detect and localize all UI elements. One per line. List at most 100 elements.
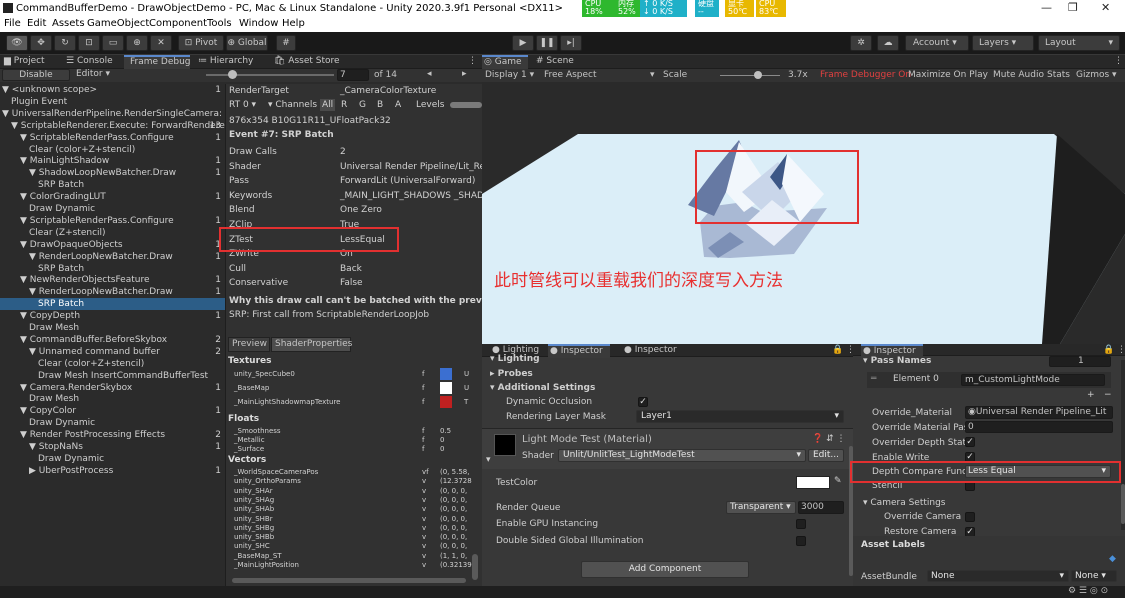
texture-thumbnail[interactable]	[440, 382, 452, 394]
lighting-section[interactable]: ▾ Lighting	[490, 354, 540, 364]
pivot-toggle[interactable]: ⊡ Pivot	[178, 35, 224, 51]
tab-asset-store[interactable]: 🛍 Asset Store	[272, 55, 342, 69]
rendering-layer-mask-dropdown[interactable]: Layer1 ▾	[636, 410, 844, 423]
tree-item[interactable]: ▼ <unknown scope> 1	[0, 84, 225, 96]
tab-game[interactable]: ◎ Game	[482, 55, 528, 69]
double-sided-gi-checkbox[interactable]	[796, 536, 806, 546]
menu-component[interactable]: Component	[149, 18, 207, 29]
disable-button[interactable]: Disable	[2, 69, 70, 81]
tree-item[interactable]: ▼ MainLightShadow 1	[0, 155, 225, 167]
tree-item[interactable]: Draw Mesh InsertCommandBufferTest	[0, 370, 225, 382]
rotate-tool-icon[interactable]: ↻	[54, 35, 76, 51]
add-element-icon[interactable]: +	[1087, 390, 1095, 400]
eyedropper-icon[interactable]: ✎	[834, 476, 842, 486]
event-slider-track[interactable]	[206, 74, 334, 76]
restore-icon[interactable]: ❐	[1068, 1, 1078, 14]
stats-toggle[interactable]: Stats	[1047, 69, 1070, 81]
services-icon[interactable]: ✲	[850, 35, 872, 51]
tree-item[interactable]: ▼ NewRenderObjectsFeature 1	[0, 274, 225, 286]
tab-scene[interactable]: # Scene	[534, 55, 582, 69]
move-tool-icon[interactable]: ✥	[30, 35, 52, 51]
additional-settings-section[interactable]: ▾ Additional Settings	[490, 383, 595, 393]
tab-console[interactable]: ☰ Console	[64, 55, 122, 69]
tree-item[interactable]: ▼ Unnamed command buffer 2	[0, 346, 225, 358]
tree-item[interactable]: Draw Dynamic	[0, 203, 225, 215]
grid-snap-icon[interactable]: #	[276, 35, 296, 51]
menu-window[interactable]: Window	[239, 18, 278, 29]
gizmos-dropdown[interactable]: Gizmos ▾	[1076, 69, 1117, 81]
pause-button[interactable]: ❚❚	[536, 35, 558, 51]
tree-item[interactable]: ▼ DrawOpaqueObjects 1	[0, 239, 225, 251]
menu-assets[interactable]: Assets	[52, 18, 85, 29]
tree-item[interactable]: ▼ ScriptableRenderPass.Configure 1	[0, 215, 225, 227]
cloud-icon[interactable]: ☁	[877, 35, 899, 51]
assetbundle-dropdown[interactable]: None ▾	[927, 570, 1069, 582]
texture-thumbnail[interactable]	[440, 396, 452, 408]
tab-project[interactable]: ▆ Project	[2, 55, 58, 69]
menu-edit[interactable]: Edit	[27, 18, 46, 29]
inspector2-scrollbar[interactable]	[1121, 484, 1125, 524]
tree-item[interactable]: Draw Mesh	[0, 393, 225, 405]
shader-dropdown[interactable]: Unlit/UnlitTest_LightModeTest ▾	[558, 449, 806, 462]
tree-item[interactable]: ▶ UberPostProcess 1	[0, 465, 225, 477]
tree-item[interactable]: ▼ StopNaNs 1	[0, 441, 225, 453]
step-button[interactable]: ▸|	[560, 35, 582, 51]
layers-dropdown[interactable]: Layers ▾	[972, 35, 1034, 51]
edit-shader-button[interactable]: Edit...	[808, 449, 844, 462]
layout-dropdown[interactable]: Layout ▾	[1038, 35, 1120, 51]
material-foldout-icon[interactable]: ▾	[486, 455, 491, 465]
pass-names-foldout[interactable]: ▾ Pass Names	[863, 356, 931, 366]
channel-a[interactable]: A	[395, 99, 401, 111]
render-queue-mode-dropdown[interactable]: Transparent ▾	[726, 501, 796, 514]
tab-preview[interactable]: Preview	[228, 337, 270, 352]
texture-thumbnail[interactable]	[440, 368, 452, 380]
tree-item[interactable]: ▼ Camera.RenderSkybox 1	[0, 382, 225, 394]
override-depth-state-checkbox[interactable]: ✓	[965, 437, 975, 447]
scale-slider-thumb[interactable]	[754, 71, 762, 79]
remove-element-icon[interactable]: −	[1104, 390, 1112, 400]
channel-g[interactable]: G	[359, 99, 366, 111]
render-queue-value[interactable]: 3000	[798, 501, 844, 514]
minimize-icon[interactable]: —	[1041, 1, 1052, 14]
camera-settings-foldout[interactable]: ▾ Camera Settings	[863, 498, 945, 508]
aspect-arrow-icon[interactable]: ▾	[650, 69, 655, 81]
testcolor-swatch[interactable]	[796, 476, 830, 489]
properties-scrollbar[interactable]	[472, 554, 478, 580]
tab-inspector-1[interactable]: ● Inspector	[548, 344, 610, 358]
override-material-pass-field[interactable]: 0	[965, 421, 1113, 433]
dynamic-occlusion-checkbox[interactable]: ✓	[638, 397, 648, 407]
tree-item[interactable]: ▼ ScriptableRenderer.Execute: ForwardRen…	[0, 120, 225, 132]
more-options-icon[interactable]: ⋮	[466, 55, 478, 69]
event-slider-thumb[interactable]	[228, 70, 237, 79]
insp2-more-icon[interactable]: ⋮	[1115, 344, 1125, 358]
channel-all[interactable]: All	[320, 99, 336, 111]
transform-tool-icon[interactable]: ⊕	[126, 35, 148, 51]
menu-tools[interactable]: Tools	[207, 18, 232, 29]
channel-r[interactable]: R	[341, 99, 347, 111]
override-material-field[interactable]: ◉Universal Render Pipeline_Lit	[965, 406, 1113, 419]
rt0-dropdown[interactable]: RT 0 ▾	[229, 99, 256, 111]
scale-tool-icon[interactable]: ⊡	[78, 35, 100, 51]
display-dropdown[interactable]: Display 1 ▾	[485, 69, 534, 81]
tree-item[interactable]: Clear (color+Z+stencil)	[0, 358, 225, 370]
rect-tool-icon[interactable]: ▭	[102, 35, 124, 51]
editor-dropdown[interactable]: Editor ▾	[76, 69, 110, 79]
menu-file[interactable]: File	[4, 18, 21, 29]
status-icons[interactable]: ⚙ ☰ ◎ ⊙	[1068, 586, 1108, 596]
tree-item[interactable]: ▼ CopyColor 1	[0, 405, 225, 417]
insp1-more-icon[interactable]: ⋮	[844, 344, 855, 358]
override-camera-checkbox[interactable]	[965, 512, 975, 522]
tree-item[interactable]: ▼ CommandBuffer.BeforeSkybox 2	[0, 334, 225, 346]
levels-slider[interactable]	[450, 102, 482, 108]
tree-item[interactable]: ▼ ShadowLoopNewBatcher.Draw 1	[0, 167, 225, 179]
tree-item[interactable]: ▼ CopyDepth 1	[0, 310, 225, 322]
tree-item[interactable]: SRP Batch	[0, 179, 225, 191]
channel-b[interactable]: B	[377, 99, 383, 111]
account-dropdown[interactable]: Account ▾	[905, 35, 969, 51]
maximize-on-play-toggle[interactable]: Maximize On Play	[908, 69, 988, 81]
close-icon[interactable]: ✕	[1101, 1, 1110, 14]
tree-item[interactable]: Draw Dynamic	[0, 453, 225, 465]
tree-item[interactable]: ▼ UniversalRenderPipeline.RenderSingleCa…	[0, 108, 225, 120]
aspect-dropdown[interactable]: Free Aspect	[544, 69, 597, 81]
material-help-icon[interactable]: ❓ ⇵ ⋮	[812, 434, 845, 444]
